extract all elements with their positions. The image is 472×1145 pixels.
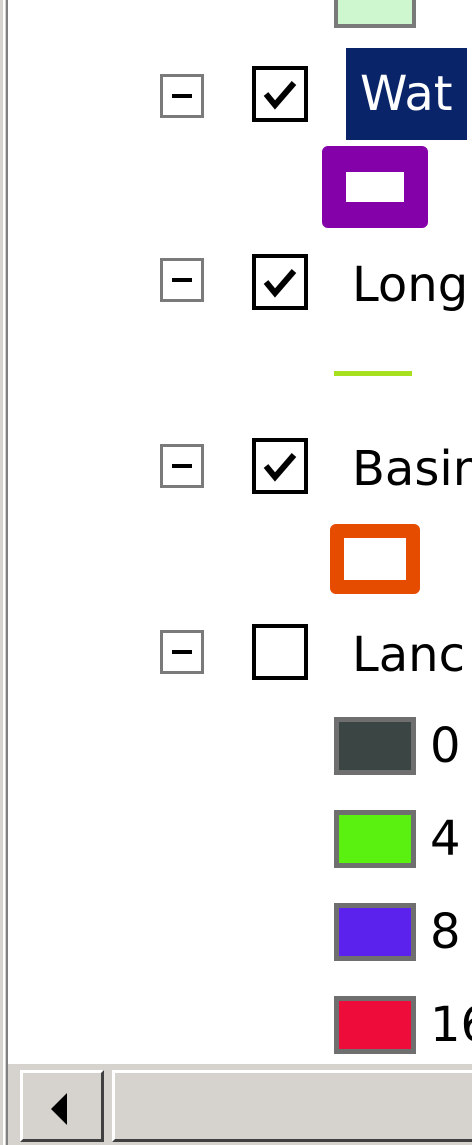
legend-swatch	[334, 717, 416, 775]
layer-checkbox-long[interactable]	[252, 254, 308, 310]
window-left-border	[0, 0, 8, 1145]
layer-symbol-basin	[330, 524, 420, 594]
legend-swatch-partial	[334, 0, 416, 28]
legend-label: 4	[430, 811, 461, 867]
scrollbar-thumb[interactable]	[112, 1070, 472, 1142]
layer-checkbox-basin[interactable]	[252, 438, 308, 494]
layer-symbol-long	[334, 371, 412, 376]
collapse-toggle-basin[interactable]	[160, 444, 204, 488]
legend-swatch	[334, 810, 416, 868]
collapse-toggle-water[interactable]	[160, 74, 204, 118]
scroll-left-button[interactable]	[20, 1070, 104, 1142]
layer-label-long[interactable]: Long	[352, 254, 468, 316]
legend-label: 16	[430, 997, 472, 1053]
layer-checkbox-land[interactable]	[252, 624, 308, 680]
legend-swatch	[334, 903, 416, 961]
collapse-toggle-land[interactable]	[160, 630, 204, 674]
layer-checkbox-water[interactable]	[252, 66, 308, 122]
legend-label: 0	[430, 718, 461, 774]
horizontal-scrollbar[interactable]	[8, 1062, 472, 1145]
layer-label-land[interactable]: Lanc	[352, 624, 465, 686]
triangle-left-icon	[51, 1093, 67, 1125]
layer-label-basin[interactable]: Basin	[352, 438, 472, 500]
layer-symbol-water	[322, 146, 428, 228]
layer-label-water[interactable]: Wat	[346, 48, 467, 140]
legend-swatch	[334, 996, 416, 1054]
collapse-toggle-long[interactable]	[160, 258, 204, 302]
legend-label: 8	[430, 904, 461, 960]
